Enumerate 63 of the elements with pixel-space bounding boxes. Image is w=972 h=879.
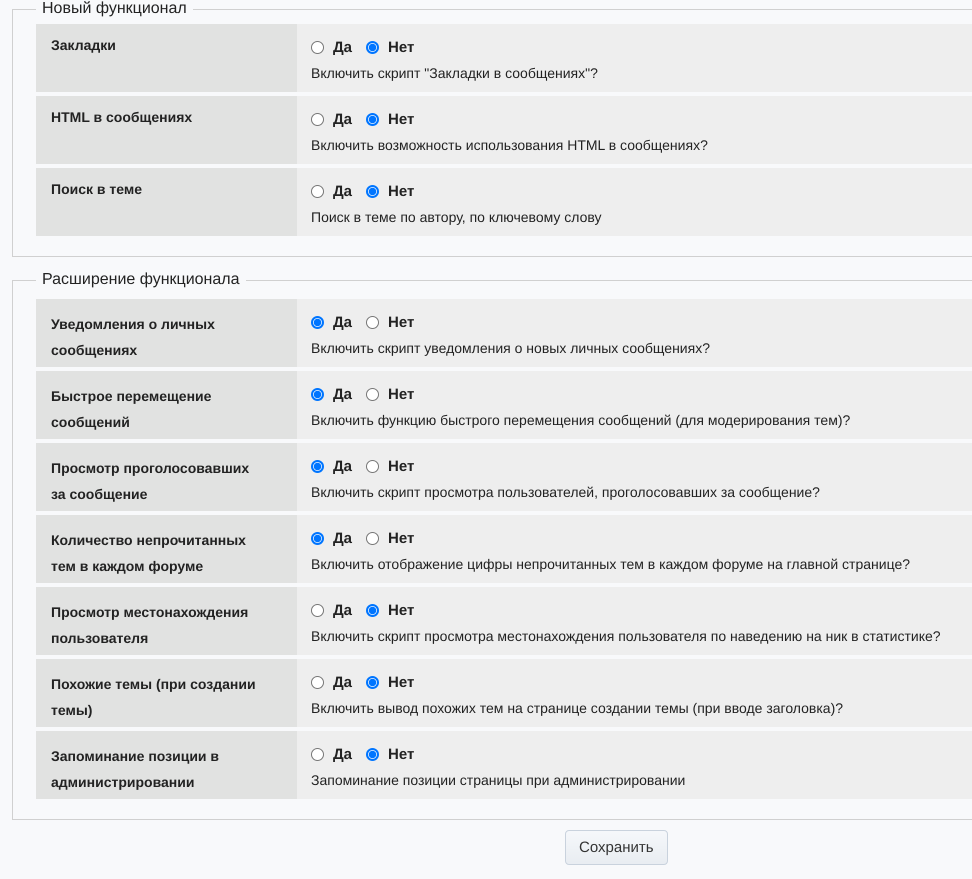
setting-label: Просмотр местонахождения пользователя: [36, 587, 297, 655]
radio-button[interactable]: [366, 316, 380, 328]
radio-button[interactable]: [311, 460, 324, 472]
setting-label: Закладки: [36, 24, 297, 92]
radio-button[interactable]: [311, 748, 324, 760]
radio-button[interactable]: [366, 112, 380, 126]
setting-label: Уведомления о личных сообщениях: [36, 299, 297, 367]
setting-description: Поиск в теме по автору, по ключевому слову: [311, 209, 603, 225]
radio-button[interactable]: [366, 676, 380, 688]
radio-option[interactable]: Да: [311, 674, 352, 690]
radio-option[interactable]: Да: [311, 110, 352, 128]
setting-label: Запоминание позиции в администрировании: [36, 731, 297, 799]
radio-option[interactable]: Нет: [366, 182, 414, 200]
radio-option[interactable]: Да: [311, 746, 352, 762]
setting-description: Включить вывод похожих тем на странице создании темы (при вводе заголовка)?: [311, 700, 844, 716]
radio-option[interactable]: Нет: [366, 38, 414, 56]
radio-option[interactable]: Да: [311, 458, 352, 474]
radio-button[interactable]: [366, 184, 380, 198]
radio-button[interactable]: [311, 112, 324, 126]
setting-description: Включить отображение цифры непрочитанных тем в каждом форуме на главной странице?: [311, 556, 912, 572]
radio-button[interactable]: [311, 532, 324, 544]
setting-label: Количество непрочитанных тем в каждом форуме: [36, 515, 297, 583]
radio-option[interactable]: Нет: [366, 602, 414, 618]
group-title: Расширение функционала: [41, 271, 241, 289]
radio-option[interactable]: Нет: [366, 746, 414, 762]
setting-description: Включить скрипт просмотра пользователей, проголосовавших за сообщение?: [311, 484, 821, 500]
radio-option[interactable]: Да: [311, 530, 352, 546]
radio-option[interactable]: Да: [311, 182, 352, 200]
radio-option[interactable]: Нет: [366, 314, 414, 330]
radio-option[interactable]: Нет: [366, 386, 414, 402]
setting-label: Быстрое перемещение сообщений: [36, 371, 297, 439]
radio-button[interactable]: [311, 388, 324, 400]
radio-button[interactable]: [311, 184, 324, 198]
radio-button[interactable]: [366, 40, 380, 54]
radio-button[interactable]: [311, 316, 324, 328]
radio-option[interactable]: Нет: [366, 110, 414, 128]
radio-button[interactable]: [366, 604, 380, 616]
setting-label: Поиск в теме: [36, 168, 297, 236]
setting-description: Включить скрипт уведомления о новых личных сообщениях?: [311, 340, 711, 356]
radio-option[interactable]: Да: [311, 602, 352, 618]
setting-description: Включить возможность использования HTML в сообщениях?: [311, 137, 709, 153]
setting-description: Включить функцию быстрого перемещения сообщений (для модерирования тем)?: [311, 412, 852, 428]
save-button[interactable]: Сохранить: [565, 830, 668, 865]
setting-description: Включить скрипт "Закладки в сообщениях"?: [311, 65, 599, 81]
radio-option[interactable]: Нет: [366, 458, 414, 474]
setting-label: HTML в сообщениях: [36, 96, 297, 164]
radio-button[interactable]: [311, 676, 324, 688]
setting-description: Запоминание позиции страницы при администрировании: [311, 772, 686, 788]
radio-option[interactable]: Да: [311, 314, 352, 330]
radio-option[interactable]: Нет: [366, 530, 414, 546]
setting-description: Включить скрипт просмотра местонахождения пользователя по наведению на ник в статистике?: [311, 628, 942, 644]
radio-button[interactable]: [366, 748, 380, 760]
radio-option[interactable]: Да: [311, 386, 352, 402]
radio-button[interactable]: [366, 388, 380, 400]
radio-option[interactable]: Нет: [366, 674, 414, 690]
radio-button[interactable]: [311, 604, 324, 616]
radio-button[interactable]: [366, 460, 380, 472]
radio-button[interactable]: [366, 532, 380, 544]
setting-label: Просмотр проголосовавших за сообщение: [36, 443, 297, 511]
radio-button[interactable]: [311, 40, 324, 54]
radio-option[interactable]: Да: [311, 38, 352, 56]
group-title: Новый функционал: [41, 0, 188, 18]
setting-label: Похожие темы (при создании темы): [36, 659, 297, 727]
